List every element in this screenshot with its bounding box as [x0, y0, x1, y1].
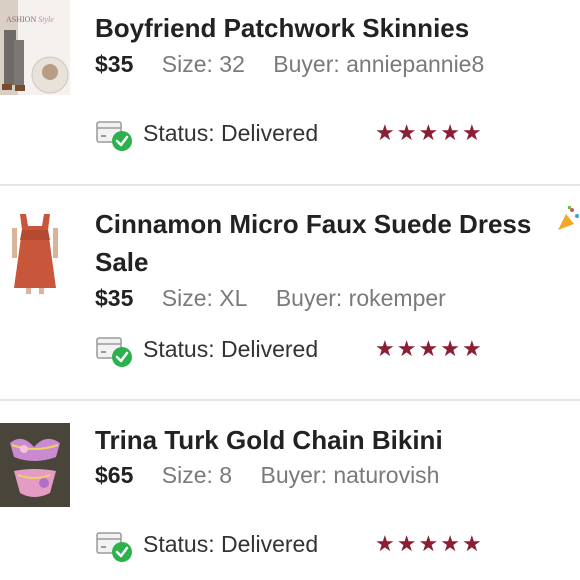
star-icon: ★ — [461, 531, 484, 556]
listing-title[interactable]: Cinnamon Micro Faux Suede Dress Sale — [95, 205, 565, 281]
buyer[interactable]: Buyer: anniepannie8 — [273, 51, 484, 77]
thumbnail-logo-text: ASHION Style — [6, 15, 54, 24]
order-item-1[interactable]: ASHION Style Boyfriend Patchwork Skinnie… — [0, 0, 580, 185]
star-icon: ★ — [461, 336, 484, 361]
rating-stars: ★★★★★ — [375, 334, 484, 364]
order-item-3[interactable]: Trina Turk Gold Chain Bikini $65 Size: 8… — [0, 401, 580, 580]
star-icon: ★ — [375, 531, 397, 556]
price: $35 — [95, 285, 134, 311]
rating-stars: ★★★★★ — [375, 118, 484, 148]
status-text: Status: Delivered — [143, 531, 319, 557]
star-icon: ★ — [440, 120, 462, 145]
party-popper-icon — [556, 204, 580, 232]
package-delivered-icon — [95, 116, 133, 152]
buyer[interactable]: Buyer: rokemper — [276, 285, 446, 311]
product-thumbnail[interactable] — [0, 423, 70, 507]
star-icon: ★ — [375, 336, 397, 361]
star-icon: ★ — [418, 531, 441, 556]
package-delivered-icon — [95, 332, 133, 368]
size: Size: 8 — [161, 462, 233, 488]
star-icon: ★ — [396, 531, 419, 556]
star-icon: ★ — [418, 120, 441, 145]
star-icon: ★ — [396, 120, 419, 145]
size: Size: XL — [161, 285, 248, 311]
star-icon: ★ — [440, 531, 462, 556]
star-icon: ★ — [396, 336, 419, 361]
rating-stars: ★★★★★ — [375, 529, 484, 559]
size: Size: 32 — [161, 51, 245, 77]
product-thumbnail[interactable] — [0, 206, 70, 296]
listing-title[interactable]: Trina Turk Gold Chain Bikini — [95, 421, 580, 459]
star-icon: ★ — [440, 336, 462, 361]
star-icon: ★ — [418, 336, 441, 361]
product-thumbnail[interactable]: ASHION Style — [0, 0, 70, 95]
order-meta: $65 Size: 8 Buyer: naturovish — [95, 460, 461, 490]
order-meta: $35 Size: 32 Buyer: anniepannie8 — [95, 49, 506, 79]
order-meta: $35 Size: XL Buyer: rokemper — [95, 283, 468, 313]
star-icon: ★ — [375, 120, 397, 145]
star-icon: ★ — [461, 120, 484, 145]
status-text: Status: Delivered — [143, 336, 319, 362]
listing-title[interactable]: Boyfriend Patchwork Skinnies — [95, 9, 580, 47]
buyer[interactable]: Buyer: naturovish — [260, 462, 439, 488]
status-text: Status: Delivered — [143, 120, 319, 146]
order-item-2[interactable]: Cinnamon Micro Faux Suede Dress Sale $35… — [0, 186, 580, 400]
package-delivered-icon — [95, 527, 133, 563]
price: $35 — [95, 51, 134, 77]
price: $65 — [95, 462, 134, 488]
